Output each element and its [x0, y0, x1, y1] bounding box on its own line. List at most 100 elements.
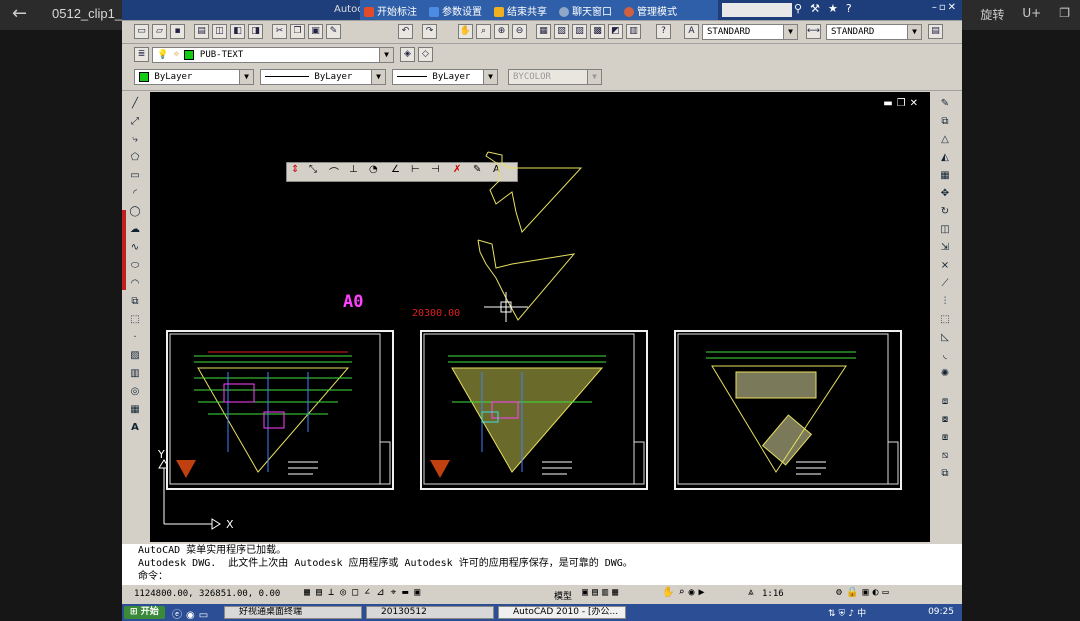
break-icon[interactable]: ⫶ [937, 294, 953, 310]
lock-icon[interactable]: 🔒 [846, 587, 862, 598]
showmotion-icon[interactable]: ▶ [699, 587, 709, 598]
explode-icon[interactable]: ✺ [937, 366, 953, 382]
layout1-icon[interactable]: ▤ [592, 587, 602, 598]
plot-icon[interactable]: ◨ [248, 24, 263, 39]
zoom-previous-icon[interactable]: ⊖ [512, 24, 527, 39]
layer-combo[interactable]: 💡 ☼ PUB-TEXT ▼ [152, 47, 394, 63]
redo-icon[interactable]: ↷ [422, 24, 437, 39]
draworder-back-icon[interactable]: ⧇ [937, 412, 953, 428]
point-icon[interactable]: · [127, 330, 143, 346]
osnap-icon[interactable]: □ [352, 587, 364, 598]
design-center-icon[interactable]: ▧ [554, 24, 569, 39]
otrack-icon[interactable]: ∠ [364, 587, 376, 598]
binoculars-icon[interactable]: ⚲ [794, 2, 810, 15]
taskbar-item-folder[interactable]: 20130512 [366, 606, 494, 619]
scale-icon[interactable]: ◫ [937, 222, 953, 238]
linetype-combo[interactable]: ByLayer ▼ [260, 69, 386, 85]
construction-line-icon[interactable]: ⤢ [127, 114, 143, 130]
help-icon[interactable]: ? [846, 2, 860, 15]
calculator-icon[interactable]: ▥ [626, 24, 641, 39]
extra-button[interactable]: U+ [1022, 6, 1041, 23]
ellipse-icon[interactable]: ⬭ [127, 258, 143, 274]
mtext-icon[interactable]: A [127, 420, 143, 436]
volume-icon[interactable]: ♪ [848, 609, 857, 619]
zoom-realtime-icon[interactable]: ⌕ [476, 24, 491, 39]
start-button[interactable]: ⊞ 开始 [124, 606, 165, 619]
lineweight-combo[interactable]: ByLayer ▼ [392, 69, 498, 85]
meeting-admin[interactable]: 管理模式 [620, 3, 685, 18]
snap-icon[interactable]: ▦ [304, 587, 316, 598]
open-icon[interactable]: ▱ [152, 24, 167, 39]
polar-icon[interactable]: ◎ [340, 587, 352, 598]
command-window[interactable]: AutoCAD 菜单实用程序已加载。 Autodesk DWG. 此文件上次由 … [122, 544, 962, 584]
hatch-icon[interactable]: ▨ [127, 348, 143, 364]
pan-icon[interactable]: ✋ [458, 24, 473, 39]
meeting-start-annotate[interactable]: 开始标注 [360, 3, 425, 18]
save-icon[interactable]: ▪ [170, 24, 185, 39]
sheet-frame-3[interactable] [674, 330, 902, 490]
copy-icon[interactable]: ❐ [290, 24, 305, 39]
meeting-end-share[interactable]: 结束共享 [490, 3, 555, 18]
polygon-icon[interactable]: ⬠ [127, 150, 143, 166]
text-style-combo[interactable]: STANDARD ▼ [702, 24, 798, 40]
isolate-icon[interactable]: ◐ [873, 587, 883, 598]
table-icon[interactable]: ▦ [127, 402, 143, 418]
chamfer-icon[interactable]: ◺ [937, 330, 953, 346]
rectangle-icon[interactable]: ▭ [127, 168, 143, 184]
insert-block-icon[interactable]: ⧉ [127, 294, 143, 310]
desktop-icon[interactable]: ▭ [199, 610, 212, 621]
clean-screen-icon[interactable]: ▭ [883, 587, 893, 598]
array-icon[interactable]: ▦ [937, 168, 953, 184]
print-icon[interactable]: ▤ [194, 24, 209, 39]
preview-icon[interactable]: ◫ [212, 24, 227, 39]
ortho-icon[interactable]: ⊥ [328, 587, 340, 598]
match-prop-icon[interactable]: ✎ [326, 24, 341, 39]
close-icon[interactable]: ✕ [948, 2, 958, 13]
copy-object-icon[interactable]: ⧉ [937, 114, 953, 130]
stretch-icon[interactable]: ⇲ [937, 240, 953, 256]
meeting-settings[interactable]: 参数设置 [425, 3, 490, 18]
table-style-icon[interactable]: ▤ [928, 24, 943, 39]
publish-icon[interactable]: ◧ [230, 24, 245, 39]
window-icon[interactable]: ❐ [1059, 6, 1070, 23]
hardware-accel-icon[interactable]: ▣ [862, 587, 872, 598]
annotation-scale-icon[interactable]: ⩓ [748, 587, 754, 598]
tools-icon[interactable]: ⚒ [810, 2, 828, 15]
sheet-frame-1[interactable] [166, 330, 394, 490]
layout2-icon[interactable]: ▥ [602, 587, 612, 598]
color-combo[interactable]: ByLayer ▼ [134, 69, 254, 85]
dyn-icon[interactable]: ⌖ [391, 587, 403, 598]
layer-previous-icon[interactable]: ◇ [418, 47, 433, 62]
ellipse-arc-icon[interactable]: ◠ [127, 276, 143, 292]
grid-icon[interactable]: ▤ [316, 587, 328, 598]
make-current-layer-icon[interactable]: ◈ [400, 47, 415, 62]
back-arrow-icon[interactable]: ← [12, 3, 27, 24]
draworder-under-icon[interactable]: ⧅ [937, 448, 953, 464]
steering-wheel-icon[interactable]: ◉ [688, 587, 698, 598]
search-box[interactable] [722, 3, 792, 17]
line-icon[interactable]: ╱ [127, 96, 143, 112]
taskbar-item-autocad[interactable]: AutoCAD 2010 - [办公... [498, 606, 626, 619]
paste-icon[interactable]: ▣ [308, 24, 323, 39]
ime-icon[interactable]: 中 [857, 609, 869, 619]
help-button-icon[interactable]: ? [656, 24, 671, 39]
text-style-icon[interactable]: A [684, 24, 699, 39]
model-space-icon[interactable]: ▣ [582, 587, 592, 598]
sheet-frame-2[interactable] [420, 330, 648, 490]
erase-icon[interactable]: ✎ [937, 96, 953, 112]
model-tab[interactable]: 模型 [554, 589, 572, 602]
layer-manager-icon[interactable]: ≣ [134, 47, 149, 62]
spline-icon[interactable]: ∿ [127, 240, 143, 256]
quick-view-icon[interactable]: ▦ [612, 587, 622, 598]
circle-icon[interactable]: ◯ [127, 204, 143, 220]
offset-icon[interactable]: ◭ [937, 150, 953, 166]
draworder-front-icon[interactable]: ⧈ [937, 394, 953, 410]
lwt-icon[interactable]: ▬ [402, 587, 414, 598]
star-icon[interactable]: ★ [828, 2, 846, 15]
properties-icon[interactable]: ▦ [536, 24, 551, 39]
ie-icon[interactable]: ⓔ [172, 610, 186, 621]
dim-style-combo[interactable]: STANDARD ▼ [826, 24, 922, 40]
extend-icon[interactable]: ⟋ [937, 276, 953, 292]
drawing-area[interactable]: ▬❐✕ ⇕ ⤡ ⌒ ⊥ ◔ ∠ ⊢ ⊣ ✗ ✎ A A0 20300.00 X … [150, 92, 930, 542]
zoom-window-icon[interactable]: ⊕ [494, 24, 509, 39]
